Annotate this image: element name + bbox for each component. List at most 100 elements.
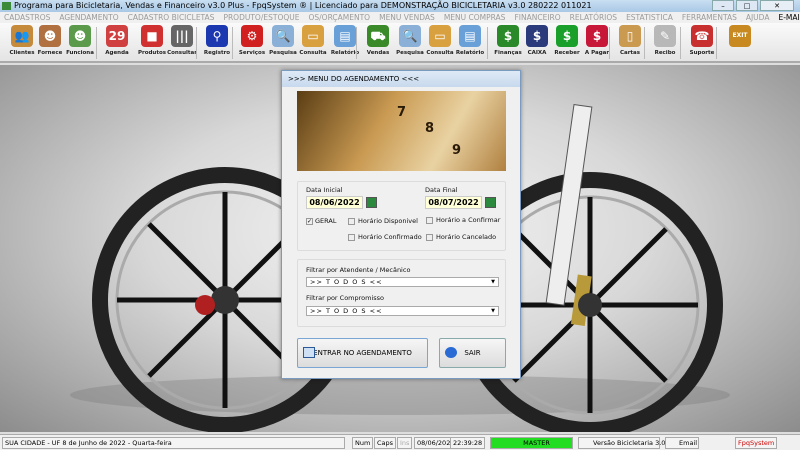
agenda-icon: 29 (106, 25, 128, 47)
produtos-icon: ■ (141, 25, 163, 47)
toolbar-button-servi-os[interactable]: ⚙ Serviços (236, 25, 268, 56)
exit-icon: EXIT (729, 25, 751, 47)
disponivel-checkbox[interactable] (348, 218, 355, 225)
relat-rio-icon: ▤ (459, 25, 481, 47)
toolbar-label: Produtos (137, 50, 167, 56)
window-title: Programa para Bicicletaria, Vendas e Fin… (14, 1, 592, 10)
cancelado-checkbox[interactable] (426, 234, 433, 241)
dropdown-arrow-icon[interactable]: ▼ (491, 278, 495, 287)
caixa-icon: $ (526, 25, 548, 47)
toolbar-separator (644, 27, 645, 59)
toolbar-label: Receber (554, 50, 580, 56)
menu-menu-vendas[interactable]: MENU VENDAS (379, 12, 435, 23)
agendamento-dialog: >>> MENU DO AGENDAMENTO <<< 7 8 9 Data I… (281, 70, 521, 379)
calendar-icon[interactable] (366, 197, 377, 208)
calendar-photo: 7 8 9 (297, 91, 506, 171)
status-time: 22:39:28 (450, 437, 486, 449)
menu-e-mail[interactable]: E-MAIL (778, 12, 800, 23)
data-inicial-input[interactable]: 08/06/2022 (306, 196, 363, 209)
toolbar-button-produtos[interactable]: ■ Produtos (136, 25, 168, 56)
geral-checkbox[interactable]: ✓ (306, 218, 313, 225)
toolbar-button-relat-rio[interactable]: ▤ Relatório (454, 25, 486, 56)
calendar-icon[interactable] (485, 197, 496, 208)
toolbar-separator (232, 27, 233, 59)
toolbar-separator (609, 27, 610, 59)
toolbar-button-receber[interactable]: $ Receber (551, 25, 583, 56)
menu-estatistica[interactable]: ESTATISTICA (626, 12, 673, 23)
atendente-value: >> T O D O S << (310, 278, 383, 286)
toolbar-label: Cartas (619, 50, 641, 56)
servi-os-icon: ⚙ (241, 25, 263, 47)
funciona-icon: ☻ (69, 25, 91, 47)
maximize-button[interactable]: □ (736, 0, 758, 11)
toolbar-button-registro[interactable]: ⚲ Registro (201, 25, 233, 56)
dropdown-arrow-icon[interactable]: ▼ (491, 307, 495, 316)
toolbar-button-vendas[interactable]: ⛟ Vendas (362, 25, 394, 56)
registro-icon: ⚲ (206, 25, 228, 47)
toolbar-button-fornece[interactable]: ☻ Fornece (34, 25, 66, 56)
cancelado-label: Horário Cancelado (436, 233, 497, 241)
toolbar-label: Suporte (689, 50, 715, 56)
confirmar-checkbox[interactable] (426, 217, 433, 224)
confirmar-label: Horário a Confirmar (436, 216, 501, 224)
toolbar-button-caixa[interactable]: $ CAIXA (521, 25, 553, 56)
toolbar-separator (196, 27, 197, 59)
toolbar-button-exit[interactable]: EXIT (724, 25, 756, 50)
photo-number: 9 (452, 143, 462, 158)
toolbar-separator (356, 27, 357, 59)
sair-button[interactable]: SAIR (439, 338, 506, 368)
menu-relat-rios[interactable]: RELATÓRIOS (570, 12, 617, 23)
toolbar-label: Pesquisa (396, 50, 424, 56)
toolbar-label: CAIXA (527, 50, 547, 56)
status-location: SUA CIDADE - UF 8 de Junho de 2022 - Qua… (2, 437, 345, 449)
toolbar-separator (96, 27, 97, 59)
status-email[interactable]: Email (665, 437, 699, 449)
data-final-input[interactable]: 08/07/2022 (425, 196, 482, 209)
menu-ferramentas[interactable]: FERRAMENTAS (682, 12, 737, 23)
toolbar-button-pesquisa[interactable]: 🔍 Pesquisa (394, 25, 426, 56)
toolbar-button-consulta[interactable]: ▭ Consulta (424, 25, 456, 56)
toolbar-button-consulta[interactable]: ▭ Consulta (297, 25, 329, 56)
toolbar-button-cartas[interactable]: ▯ Cartas (614, 25, 646, 56)
toolbar-separator (487, 27, 488, 59)
status-user: MASTER (490, 437, 573, 449)
toolbar-label: Consulta (426, 50, 454, 56)
toolbar-button-suporte[interactable]: ☎ Suporte (686, 25, 718, 56)
a-pagar-icon: $ (586, 25, 608, 47)
photo-number: 7 (397, 105, 407, 120)
toolbar-button-finan-as[interactable]: $ Finanças (492, 25, 524, 56)
menu-menu-compras[interactable]: MENU COMPRAS (444, 12, 506, 23)
toolbar-label: Finanças (494, 50, 522, 56)
clientes-icon: 👥 (11, 25, 33, 47)
data-inicial-label: Data Inicial (306, 186, 343, 194)
toolbar-button-recibo[interactable]: ✎ Recibo (649, 25, 681, 56)
toolbar-button-agenda[interactable]: 29 Agenda (101, 25, 133, 56)
status-num: Num (352, 437, 374, 449)
atendente-select[interactable]: >> T O D O S << ▼ (306, 277, 499, 287)
menu-agendamento[interactable]: AGENDAMENTO (59, 12, 118, 23)
toolbar-separator (680, 27, 681, 59)
pesquisa-icon: 🔍 (399, 25, 421, 47)
menu-ajuda[interactable]: AJUDA (746, 12, 770, 23)
consultar-icon: ||| (171, 25, 193, 47)
compromisso-select[interactable]: >> T O D O S << ▼ (306, 306, 499, 316)
menu-produto-estoque[interactable]: PRODUTO/ESTOQUE (223, 12, 299, 23)
menu-cadastros[interactable]: CADASTROS (4, 12, 50, 23)
minimize-button[interactable]: – (712, 0, 734, 11)
confirmado-checkbox[interactable] (348, 234, 355, 241)
toolbar-label: Fornece (37, 50, 63, 56)
toolbar-button-consultar[interactable]: ||| Consultar (166, 25, 198, 56)
compromisso-value: >> T O D O S << (310, 307, 383, 315)
toolbar-button-funciona[interactable]: ☻ Funciona (64, 25, 96, 56)
dialog-title: >>> MENU DO AGENDAMENTO <<< (282, 71, 520, 87)
close-button[interactable]: ✕ (760, 0, 794, 11)
status-brand: FpqSystem (735, 437, 778, 449)
entrar-agendamento-button[interactable]: ENTRAR NO AGENDAMENTO (297, 338, 428, 368)
disponivel-label: Horário Disponivel (358, 217, 418, 225)
menu-os-or-amento[interactable]: OS/ORÇAMENTO (308, 12, 370, 23)
menu-cadastro-bicicletas[interactable]: CADASTRO BICICLETAS (128, 12, 215, 23)
toolbar: 👥 Clientes ☻ Fornece ☻ Funciona 29 Agenda ■ Produ… (0, 23, 800, 63)
data-final-label: Data Final (425, 186, 458, 194)
toolbar-button-pesquisa[interactable]: 🔍 Pesquisa (267, 25, 299, 56)
menu-financeiro[interactable]: FINANCEIRO (514, 12, 560, 23)
